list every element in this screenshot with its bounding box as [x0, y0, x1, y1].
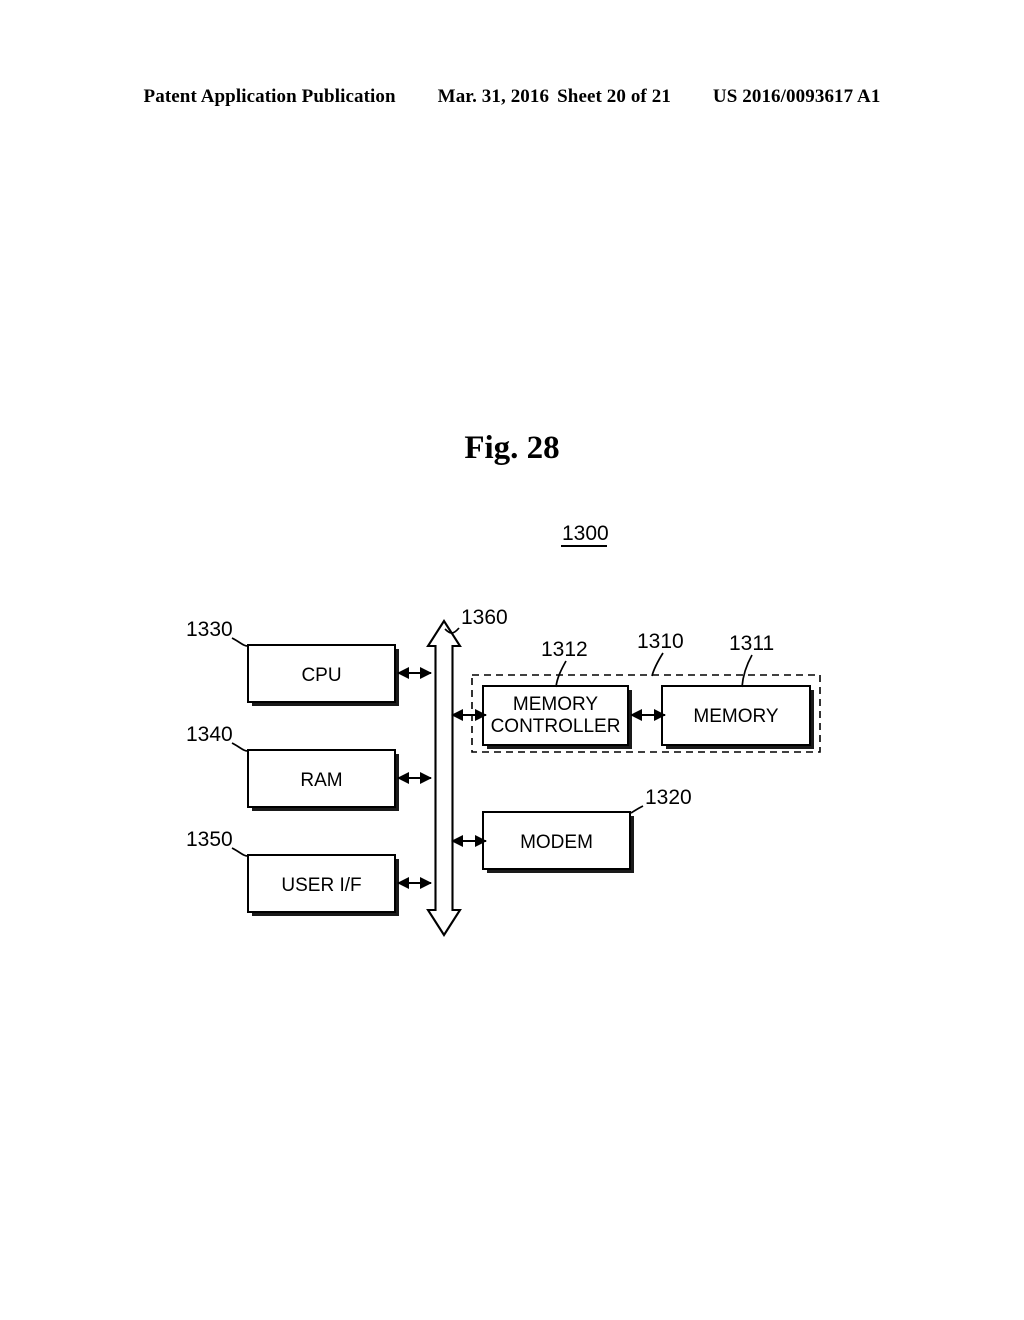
block-user-if-label: USER I/F [281, 875, 361, 896]
reference-label-1320: 1320 [630, 786, 692, 814]
reference-label-1310: 1310 [637, 630, 684, 677]
block-memory-label: MEMORY [693, 706, 778, 727]
reference-1312-text: 1312 [541, 638, 588, 661]
block-user-if: USER I/F [247, 854, 399, 916]
reference-label-1311: 1311 [729, 632, 774, 688]
reference-label-1340: 1340 [186, 723, 249, 752]
block-memory-controller-label-line2: CONTROLLER [491, 716, 621, 737]
reference-1312-leader [555, 660, 567, 688]
reference-1350-leader [231, 847, 249, 857]
block-ram-label: RAM [300, 770, 342, 791]
reference-1350-text: 1350 [186, 828, 233, 851]
reference-1320-text: 1320 [645, 786, 692, 809]
system-bus-arrow-shape [426, 619, 462, 937]
block-memory-controller-label-line1: MEMORY [513, 694, 598, 715]
system-bus [426, 619, 462, 937]
block-cpu: CPU [247, 644, 399, 706]
reference-1340-leader [231, 742, 249, 752]
reference-1330-text: 1330 [186, 618, 233, 641]
reference-1311-leader [741, 654, 753, 688]
reference-label-1312: 1312 [541, 638, 588, 688]
reference-1320-leader [630, 805, 644, 814]
reference-label-1360: 1360 [444, 606, 508, 634]
reference-1311-text: 1311 [729, 632, 774, 655]
block-cpu-label: CPU [301, 665, 341, 686]
reference-1310-leader [651, 652, 664, 677]
reference-1360-text: 1360 [461, 606, 508, 629]
block-memory: MEMORY [661, 685, 814, 749]
reference-1330-leader [231, 637, 249, 647]
block-modem-label: MODEM [520, 832, 593, 853]
reference-1310-text: 1310 [637, 630, 684, 653]
reference-label-1350: 1350 [186, 828, 249, 857]
block-memory-controller: MEMORY CONTROLLER [482, 685, 632, 749]
figure-diagram: 1300 1360 CPU 1330 RAM 1340 USER I/F 135… [0, 0, 1024, 1320]
reference-1340-text: 1340 [186, 723, 233, 746]
block-ram: RAM [247, 749, 399, 811]
reference-label-1330: 1330 [186, 618, 249, 647]
system-ref-label: 1300 [562, 522, 609, 545]
system-reference-1300: 1300 [561, 522, 609, 547]
block-modem: MODEM [482, 811, 634, 873]
